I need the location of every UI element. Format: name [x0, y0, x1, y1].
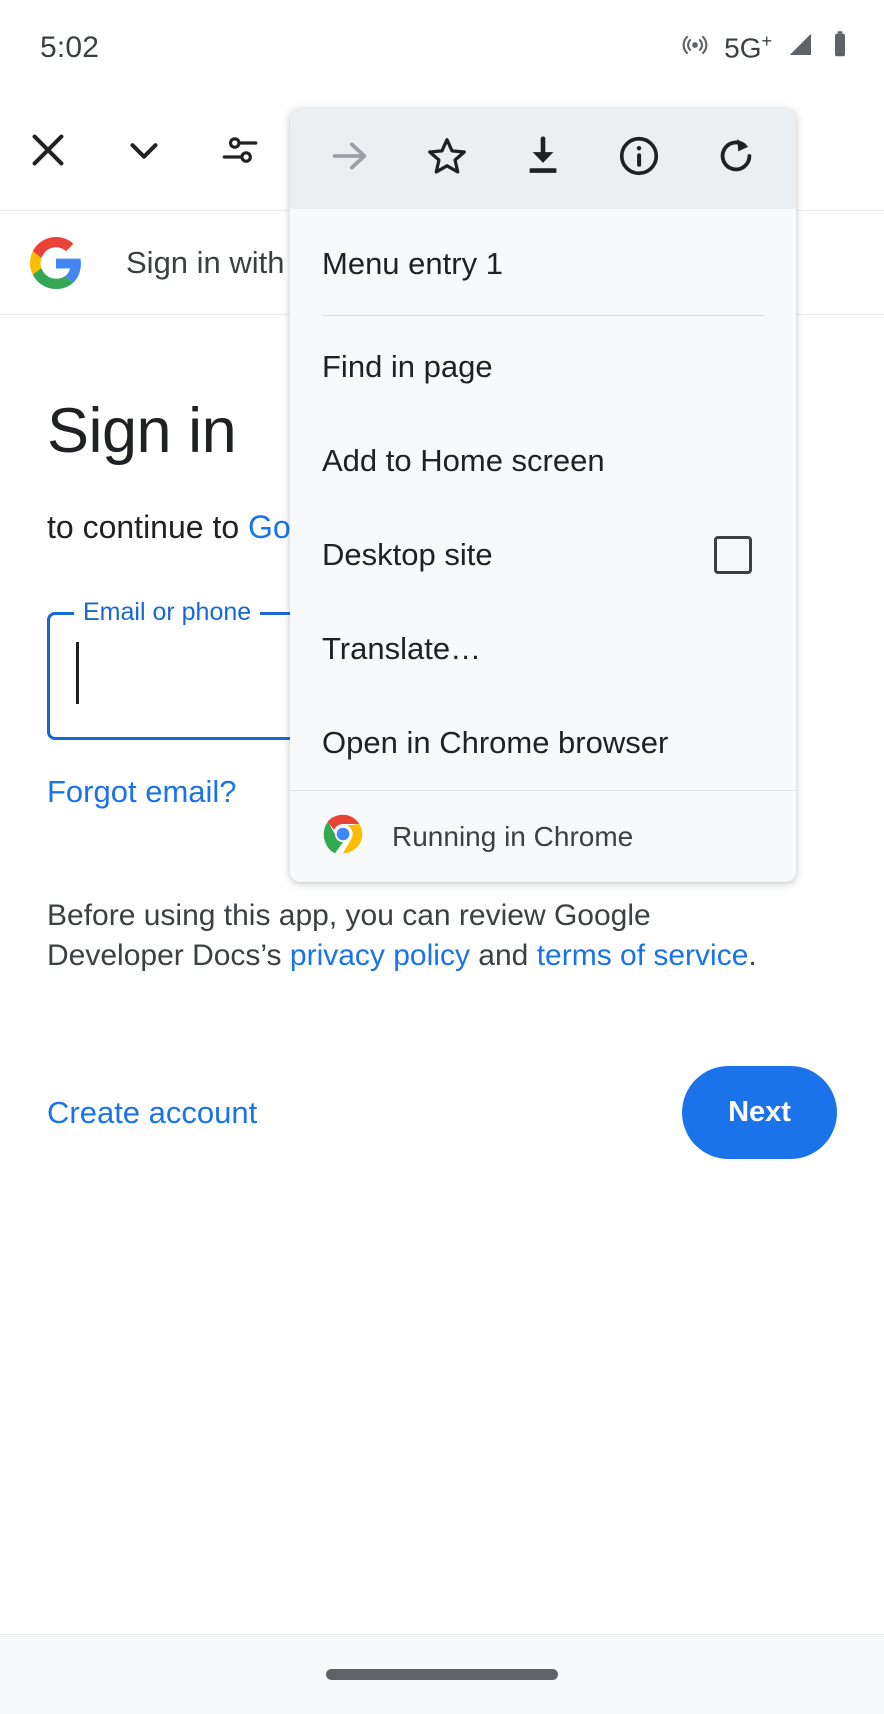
privacy-policy-link[interactable]: privacy policy [290, 939, 470, 972]
forgot-email-link[interactable]: Forgot email? [47, 774, 237, 810]
email-field-label: Email or phone [74, 597, 261, 628]
subtitle-app-link[interactable]: Go [248, 509, 291, 545]
menu-item-open-in-chrome-browser[interactable]: Open in Chrome browser [290, 696, 796, 790]
menu-item-translate[interactable]: Translate… [290, 602, 796, 696]
bookmark-star-icon-button[interactable] [410, 122, 484, 196]
tune-icon [219, 129, 261, 176]
status-bar-icons: 5G+ [680, 30, 850, 65]
menu-footer: Running in Chrome [290, 790, 796, 882]
terms-of-service-link[interactable]: terms of service [537, 939, 749, 972]
menu-item-label: Translate… [322, 631, 482, 666]
chevron-down-icon [121, 127, 167, 178]
network-type-label: 5G+ [724, 30, 772, 64]
menu-divider [322, 315, 764, 316]
menu-icon-row [290, 108, 796, 209]
close-button[interactable] [0, 95, 96, 211]
forward-arrow-icon-button[interactable] [313, 122, 387, 196]
menu-item-menu-entry-1[interactable]: Menu entry 1 [290, 217, 796, 311]
menu-item-label: Open in Chrome browser [322, 725, 669, 760]
reload-icon [713, 133, 759, 184]
minimize-button[interactable] [96, 95, 192, 211]
status-bar-clock: 5:02 [40, 30, 100, 64]
text-caret [76, 642, 79, 705]
page-info-icon-button[interactable] [602, 122, 676, 196]
menu-item-find-in-page[interactable]: Find in page [290, 320, 796, 414]
system-navigation-bar [0, 1634, 884, 1714]
site-settings-button[interactable] [192, 95, 288, 211]
gesture-handle[interactable] [326, 1669, 558, 1680]
info-icon [616, 133, 662, 184]
menu-item-add-to-home-screen[interactable]: Add to Home screen [290, 414, 796, 508]
menu-item-label: Desktop site [322, 537, 493, 572]
desktop-site-checkbox[interactable] [714, 536, 752, 574]
menu-item-list: Menu entry 1 Find in page Add to Home sc… [290, 209, 796, 790]
battery-icon [830, 30, 850, 65]
menu-item-label: Add to Home screen [322, 443, 605, 478]
next-button[interactable]: Next [682, 1066, 837, 1160]
close-icon [25, 127, 71, 178]
chrome-logo-icon [322, 813, 364, 860]
legal-text: Before using this app, you can review Go… [47, 896, 787, 975]
menu-item-label: Find in page [322, 349, 493, 384]
signin-actions: Create account Next [0, 1058, 884, 1168]
legal-suffix: . [748, 939, 757, 973]
hotspot-icon [680, 30, 710, 65]
google-g-logo-icon [30, 236, 82, 289]
menu-footer-label: Running in Chrome [392, 820, 634, 852]
signal-icon [786, 30, 816, 65]
reload-icon-button[interactable] [699, 122, 773, 196]
download-icon [520, 133, 566, 184]
menu-item-desktop-site[interactable]: Desktop site [290, 508, 796, 602]
subtitle-prefix: to continue to [47, 509, 249, 546]
download-icon-button[interactable] [506, 122, 580, 196]
forward-arrow-icon [327, 133, 373, 184]
create-account-link[interactable]: Create account [47, 1095, 257, 1131]
menu-item-label: Menu entry 1 [322, 246, 503, 281]
legal-middle: and [469, 939, 537, 973]
star-icon [424, 133, 470, 184]
overflow-menu: Menu entry 1 Find in page Add to Home sc… [290, 108, 796, 882]
status-bar: 5:02 5G+ [0, 0, 884, 95]
